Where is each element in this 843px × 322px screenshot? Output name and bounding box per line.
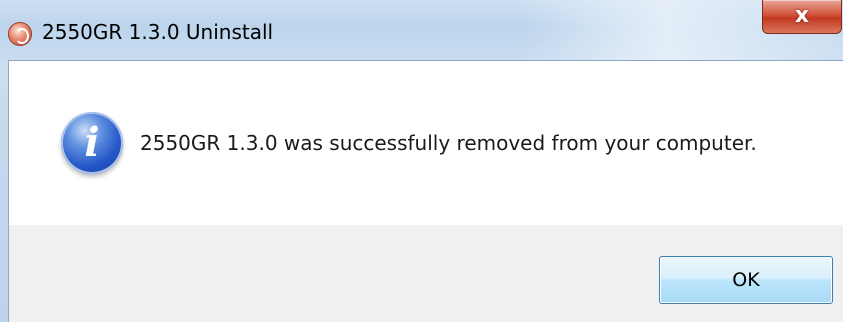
installer-icon [8, 22, 32, 46]
close-button[interactable]: x [762, 0, 842, 34]
info-glyph: i [84, 119, 100, 166]
close-icon: x [794, 3, 810, 28]
title-bar[interactable]: 2550GR 1.3.0 Uninstall x [0, 0, 843, 60]
window-title: 2550GR 1.3.0 Uninstall [42, 20, 274, 44]
message-text: 2550GR 1.3.0 was successfully removed fr… [140, 131, 757, 155]
info-icon: i [61, 112, 123, 174]
dialog-window: 2550GR 1.3.0 Uninstall x i 2550GR 1.3.0 … [0, 0, 843, 322]
ok-button[interactable]: OK [659, 256, 833, 304]
